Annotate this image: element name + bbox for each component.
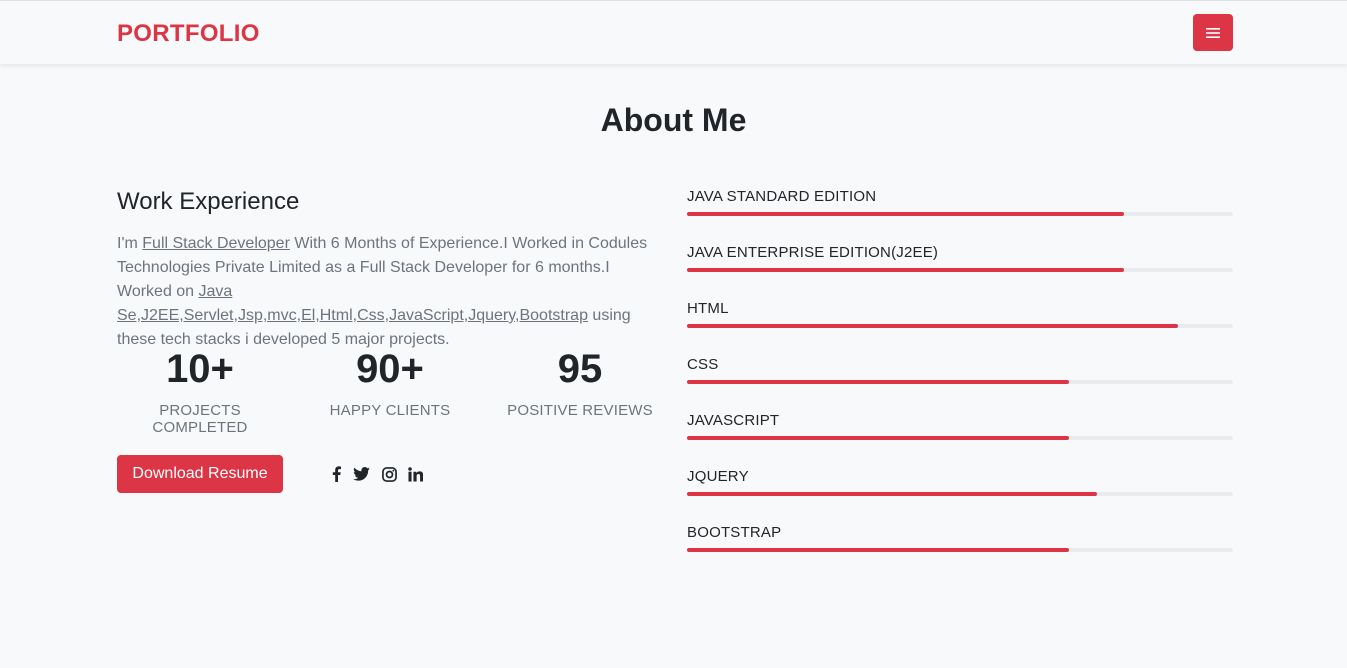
menu-toggle-button[interactable]	[1193, 14, 1233, 51]
skill-progress-fill	[687, 436, 1070, 440]
skill-progress-track	[687, 492, 1233, 496]
instagram-icon[interactable]	[379, 465, 399, 483]
stat-label: PROJECTS COMPLETED	[152, 402, 248, 436]
skill-progress-track	[687, 436, 1233, 440]
stat-label: HAPPY CLIENTS	[329, 402, 451, 419]
stat-value: 95	[557, 347, 603, 391]
skill-progress-track	[687, 268, 1233, 272]
skill-name: JAVA STANDARD EDITION	[687, 188, 877, 205]
stat-label: POSITIVE REVIEWS	[507, 402, 653, 419]
skill-progress-fill	[687, 324, 1179, 328]
skill-progress-fill	[687, 212, 1124, 216]
skill-name: HTML	[687, 300, 729, 317]
skill-progress-track	[687, 380, 1233, 384]
skill-java-se: JAVA STANDARD EDITION	[687, 188, 1233, 216]
navbar: PORTFOLIO	[0, 0, 1347, 64]
section-title: About Me	[600, 102, 747, 138]
role-highlight: Full Stack Developer	[142, 235, 290, 252]
skill-css: CSS	[687, 356, 1233, 384]
para-text-1: I'm	[117, 235, 143, 252]
skill-html: HTML	[687, 300, 1233, 328]
skill-name: JQUERY	[687, 468, 749, 485]
stat-projects: 10+ PROJECTS COMPLETED	[115, 344, 285, 436]
experience-paragraph: I'm Full Stack Developer With 6 Months o…	[117, 232, 667, 352]
skill-name: JAVASCRIPT	[687, 412, 780, 429]
stat-value: 90+	[356, 347, 424, 391]
download-resume-button[interactable]: Download Resume	[117, 455, 283, 493]
linkedin-icon[interactable]	[405, 465, 425, 483]
facebook-icon[interactable]	[326, 465, 346, 483]
skill-name: CSS	[687, 356, 719, 373]
skill-progress-track	[687, 212, 1233, 216]
skill-java-ee: JAVA ENTERPRISE EDITION(J2EE)	[687, 244, 1233, 272]
hamburger-icon	[1206, 27, 1220, 39]
skill-name: JAVA ENTERPRISE EDITION(J2EE)	[687, 244, 939, 261]
skill-name: BOOTSTRAP	[687, 524, 782, 541]
skill-javascript: JAVASCRIPT	[687, 412, 1233, 440]
stat-clients: 90+ HAPPY CLIENTS	[305, 344, 475, 419]
skill-bootstrap: BOOTSTRAP	[687, 524, 1233, 552]
work-experience-heading: Work Experience	[117, 188, 300, 215]
skill-progress-fill	[687, 492, 1097, 496]
stat-reviews: 95 POSITIVE REVIEWS	[495, 344, 665, 419]
skill-progress-fill	[687, 548, 1070, 552]
stat-value: 10+	[166, 347, 234, 391]
twitter-icon[interactable]	[351, 465, 371, 483]
skill-progress-track	[687, 548, 1233, 552]
skill-progress-fill	[687, 380, 1070, 384]
brand-logo[interactable]: PORTFOLIO	[117, 20, 260, 48]
skill-jquery: JQUERY	[687, 468, 1233, 496]
skill-progress-track	[687, 324, 1233, 328]
skill-progress-fill	[687, 268, 1124, 272]
